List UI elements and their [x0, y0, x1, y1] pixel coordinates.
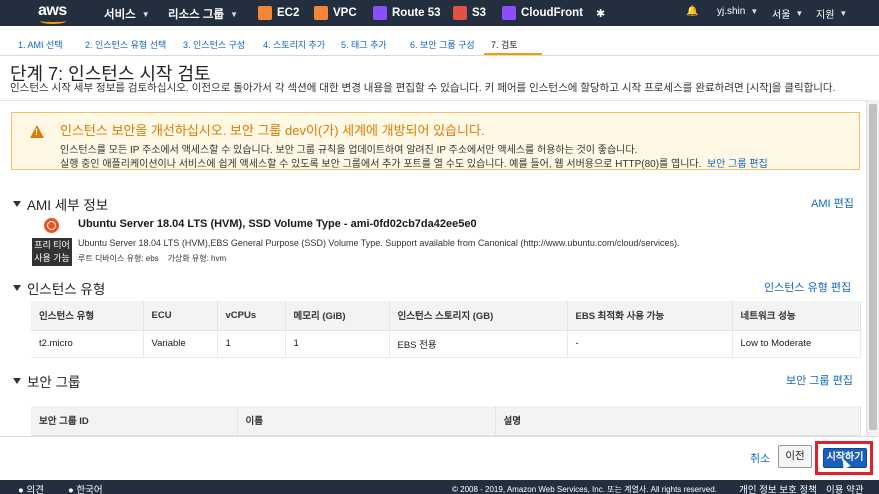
page-description: 인스턴스 시작 세부 정보를 검토하십시오. 이전으로 돌아가서 각 섹션에 대…: [10, 82, 836, 94]
shortcut-route53[interactable]: Route 53: [373, 5, 441, 21]
column-header: 인스턴스 유형: [31, 301, 144, 331]
services-menu[interactable]: 서비스 ▼: [104, 6, 150, 22]
column-header: 인스턴스 스토리지 (GB): [389, 301, 568, 331]
launch-highlight: 시작하기: [815, 441, 873, 475]
edit-ami-link[interactable]: AMI 편집: [811, 195, 854, 211]
cloudfront-icon: [502, 6, 516, 20]
table-cell: Low to Moderate: [732, 330, 861, 358]
edit-security-group-section-link[interactable]: 보안 그룹 편집: [786, 372, 853, 388]
table-header-row: 인스턴스 유형 ECU vCPUs 메모리 (GiB) 인스턴스 스토리지 (G…: [31, 301, 861, 331]
terms-link[interactable]: 이용 약관: [826, 482, 864, 494]
scrollbar-thumb[interactable]: [869, 104, 877, 430]
step-tags[interactable]: 5. 태그 추가: [341, 38, 387, 51]
column-header: 네트워크 성능: [732, 301, 861, 331]
ami-name: Ubuntu Server 18.04 LTS (HVM), SSD Volum…: [78, 218, 477, 230]
ami-section-toggle[interactable]: AMI 세부 정보: [13, 194, 108, 214]
bell-icon[interactable]: 🔔: [686, 6, 698, 17]
chevron-down-icon: ▼: [230, 9, 239, 19]
route53-icon: [373, 6, 387, 20]
step-configure[interactable]: 3. 인스턴스 구성: [183, 38, 245, 51]
instance-type-table: 인스턴스 유형 ECU vCPUs 메모리 (GiB) 인스턴스 스토리지 (G…: [31, 301, 861, 358]
table-cell: EBS 전용: [389, 330, 568, 358]
chevron-down-icon: ▼: [795, 9, 804, 18]
previous-button[interactable]: 이전: [778, 445, 812, 468]
review-content: ! 인스턴스 보안을 개선하십시오. 보안 그룹 dev이(가) 세계에 개방되…: [0, 100, 866, 436]
s3-icon: [453, 6, 467, 20]
shortcut-vpc[interactable]: VPC: [314, 5, 357, 21]
chevron-down-icon: ▼: [141, 9, 150, 19]
column-header: 보안 그룹 ID: [31, 406, 238, 436]
table-cell: Variable: [143, 330, 218, 358]
table-cell: 1: [217, 330, 286, 358]
column-header: 설명: [495, 406, 861, 436]
cancel-button[interactable]: 취소: [750, 450, 770, 466]
step-ami[interactable]: 1. AMI 선택: [18, 38, 63, 51]
feedback-link[interactable]: ● 의견: [18, 482, 44, 494]
aws-logo[interactable]: aws: [38, 2, 70, 24]
column-header: vCPUs: [217, 301, 286, 331]
free-tier-badge: 프리 티어 사용 가능: [32, 238, 72, 266]
table-cell: -: [567, 330, 733, 358]
copyright-text: © 2008 - 2019, Amazon Web Services, Inc.…: [452, 485, 717, 494]
top-nav: aws 서비스 ▼ 리소스 그룹 ▼ EC2 VPC Route 53 S3 Clo…: [0, 0, 879, 26]
shortcut-cloudfront[interactable]: CloudFront: [502, 5, 583, 21]
column-header: 메모리 (GiB): [285, 301, 390, 331]
chevron-down-icon: ▼: [750, 7, 759, 16]
warning-icon: !: [30, 125, 44, 138]
column-header: EBS 최적화 사용 가능: [567, 301, 733, 331]
collapse-icon: [13, 285, 21, 291]
user-menu[interactable]: yj.shin ▼: [717, 6, 758, 17]
ami-meta: 루트 디바이스 유형: ebs 가상화 유형: hvm: [78, 254, 227, 263]
table-row: t2.micro Variable 1 1 EBS 전용 - Low to Mo…: [31, 330, 861, 358]
security-group-table: 보안 그룹 ID 이름 설명: [31, 406, 861, 436]
step-security-group[interactable]: 6. 보안 그룹 구성: [410, 38, 475, 51]
column-header: ECU: [143, 301, 218, 331]
shortcut-s3[interactable]: S3: [453, 5, 486, 21]
vpc-icon: [314, 6, 328, 20]
language-selector[interactable]: ● 한국어: [68, 482, 103, 494]
table-cell: t2.micro: [31, 330, 144, 358]
support-menu[interactable]: 지원 ▼: [816, 6, 847, 21]
table-cell: 1: [285, 330, 390, 358]
ami-description: Ubuntu Server 18.04 LTS (HVM),EBS Genera…: [78, 238, 680, 248]
region-menu[interactable]: 서울 ▼: [772, 6, 803, 21]
edit-security-group-link[interactable]: 보안 그룹 편집: [707, 159, 768, 170]
step-storage[interactable]: 4. 스토리지 추가: [263, 38, 325, 51]
table-header-row: 보안 그룹 ID 이름 설명: [31, 406, 861, 436]
wizard-steps: 1. AMI 선택 2. 인스턴스 유형 선택 3. 인스턴스 구성 4. 스토…: [0, 27, 879, 56]
collapse-icon: [13, 201, 21, 207]
ubuntu-icon: [44, 218, 59, 233]
warning-title: 인스턴스 보안을 개선하십시오. 보안 그룹 dev이(가) 세계에 개방되어 …: [60, 123, 485, 138]
security-group-section-toggle[interactable]: 보안 그룹: [13, 371, 80, 391]
collapse-icon: [13, 378, 21, 384]
ec2-icon: [258, 6, 272, 20]
resource-groups-menu[interactable]: 리소스 그룹 ▼: [168, 6, 238, 22]
privacy-link[interactable]: 개인 정보 보호 정책: [739, 482, 817, 494]
edit-instance-type-link[interactable]: 인스턴스 유형 편집: [764, 279, 851, 295]
security-warning: ! 인스턴스 보안을 개선하십시오. 보안 그룹 dev이(가) 세계에 개방되…: [11, 112, 860, 170]
shortcut-ec2[interactable]: EC2: [258, 5, 299, 21]
warning-line: 인스턴스를 모든 IP 주소에서 액세스할 수 있습니다. 보안 그룹 규칙을 …: [60, 145, 638, 156]
step-review[interactable]: 7. 검토: [491, 38, 518, 51]
warning-line: 실행 중인 애플리케이션이나 서비스에 쉽게 액세스할 수 있도록 보안 그룹에…: [60, 159, 768, 170]
instance-type-section-toggle[interactable]: 인스턴스 유형: [13, 278, 105, 298]
content-scrollbar[interactable]: [866, 100, 879, 436]
column-header: 이름: [237, 406, 496, 436]
active-step-indicator: [484, 53, 542, 55]
step-instance-type[interactable]: 2. 인스턴스 유형 선택: [85, 38, 166, 51]
pin-icon[interactable]: ✱: [596, 5, 605, 21]
footer: ● 의견 ● 한국어 © 2008 - 2019, Amazon Web Ser…: [0, 480, 879, 494]
chevron-down-icon: ▼: [839, 9, 848, 18]
action-bar: 취소 이전 시작하기: [0, 436, 879, 479]
